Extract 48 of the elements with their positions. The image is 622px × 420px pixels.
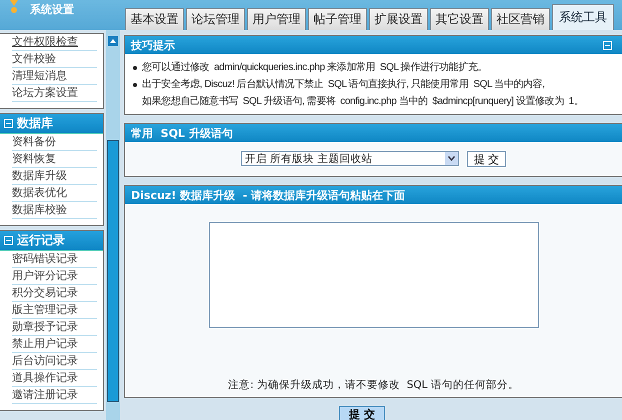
- section-title: 运行记录: [17, 232, 65, 249]
- nav-tab[interactable]: 系统工具: [552, 4, 614, 30]
- bullet-icon: [133, 83, 137, 87]
- nav-tab[interactable]: 帖子管理: [308, 8, 367, 30]
- sidebar-item[interactable]: 资料备份: [12, 134, 97, 151]
- submit-button[interactable]: 提 交: [339, 406, 385, 420]
- collapse-icon[interactable]: [603, 40, 612, 50]
- sidebar-item[interactable]: 论坛方案设置: [12, 85, 97, 102]
- section-title: 数据库: [17, 115, 53, 132]
- sidebar-item[interactable]: 清理短消息: [12, 68, 97, 85]
- warning-note: 注意: 为确保升级成功，请不要修改 SQL 语句的任何部分。: [227, 378, 520, 393]
- nav-tab[interactable]: 扩展设置: [369, 8, 428, 30]
- caret-icon: [448, 156, 455, 161]
- sidebar-item[interactable]: 文件校验: [12, 51, 97, 68]
- sql-input-field[interactable]: [208, 222, 538, 328]
- collapse-icon[interactable]: [4, 236, 13, 245]
- tip-text: 您可以通过修改 admin/quickqueries.inc.php 来添加常用 SQL 操作进行功能扩充。: [142, 60, 488, 75]
- nav-tab[interactable]: 论坛管理: [186, 8, 245, 30]
- sidebar-item[interactable]: 邀请注册记录: [12, 387, 97, 404]
- sidebar-item[interactable]: 道具操作记录: [12, 370, 97, 387]
- collapse-icon[interactable]: [4, 119, 13, 128]
- sidebar-item[interactable]: 后台访问记录: [12, 353, 97, 370]
- scroll-up-icon[interactable]: [108, 36, 118, 46]
- header-title: 系统设置: [30, 2, 74, 17]
- scrollbar[interactable]: [106, 30, 120, 420]
- sql-select[interactable]: 开启 所有版块 主题回收站: [240, 151, 459, 166]
- sidebar-item[interactable]: 勋章授予记录: [12, 319, 97, 336]
- sidebar-item[interactable]: 数据库校验: [12, 202, 97, 219]
- sidebar-item[interactable]: 资料恢复: [12, 151, 97, 168]
- bullet-icon: [133, 66, 137, 70]
- sidebar-item[interactable]: 禁止用户记录: [12, 336, 97, 353]
- sidebar-item[interactable]: 用户评分记录: [12, 268, 97, 285]
- nav-tab[interactable]: 用户管理: [247, 8, 306, 30]
- sidebar-item[interactable]: 积分交易记录: [12, 285, 97, 302]
- sidebar-item[interactable]: 数据库升级: [12, 168, 97, 185]
- submit-button[interactable]: 提 交: [466, 151, 506, 167]
- sidebar-item[interactable]: 版主管理记录: [12, 302, 97, 319]
- sidebar-item[interactable]: 数据表优化: [12, 185, 97, 202]
- sidebar-item[interactable]: 文件权限检查: [12, 34, 97, 51]
- panel-title: 技巧提示: [131, 38, 175, 52]
- tip-text: 出于安全考虑, Discuz! 后台默认情况下禁止 SQL 语句直接执行, 只能使用常用 SQL 当中的内容, 如果您想自己随意书写 SQL 升级语句, 需要将 config.inc.php 当中的 $admincp[runquery] 设置修改为 1。: [142, 78, 584, 109]
- sidebar-item[interactable]: 密码错误记录: [12, 251, 97, 268]
- panel-title: 常用 SQL 升级语句: [131, 126, 233, 140]
- panel-title: Discuz! 数据库升级 - 请将数据库升级语句粘贴在下面: [131, 188, 406, 202]
- nav-tab[interactable]: 基本设置: [125, 8, 184, 30]
- nav-tab[interactable]: 社区营销: [491, 8, 550, 30]
- scroll-thumb[interactable]: [107, 140, 119, 402]
- nav-tab[interactable]: 其它设置: [430, 8, 489, 30]
